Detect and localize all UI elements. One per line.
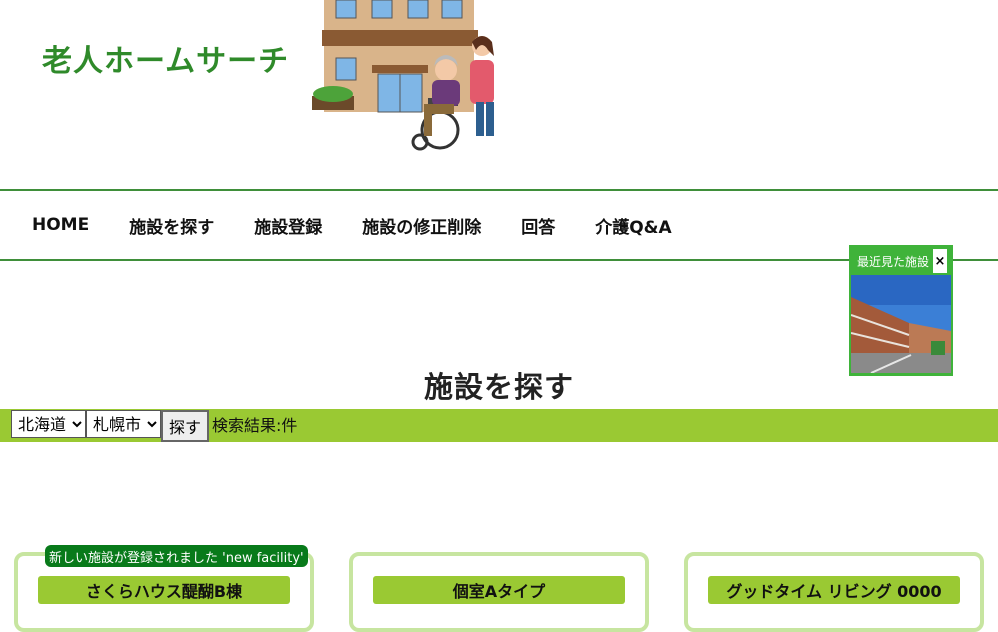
nav-item-edit-delete-facility[interactable]: 施設の修正削除 bbox=[362, 213, 481, 238]
page-title: 施設を探す bbox=[423, 370, 574, 404]
nav-item-care-qa[interactable]: 介護Q&A bbox=[595, 213, 671, 238]
site-title[interactable]: 老人ホームサーチ bbox=[42, 36, 289, 80]
facility-card[interactable]: グッドタイム リビング 0000 bbox=[684, 552, 984, 632]
recent-panel-title: 最近見た施設 bbox=[857, 254, 930, 269]
facility-card-title[interactable]: さくらハウス醍醐B棟 bbox=[38, 576, 290, 604]
facility-card-title[interactable]: グッドタイム リビング 0000 bbox=[708, 576, 960, 604]
new-facility-notice: 新しい施設が登録されました 'new facility' bbox=[45, 545, 308, 567]
nav-item-register-facility[interactable]: 施設登録 bbox=[254, 213, 322, 238]
search-result-count: 検索結果:件 bbox=[212, 416, 298, 435]
facility-card[interactable]: 個室Aタイプ bbox=[349, 552, 649, 632]
hero-illustration bbox=[312, 0, 494, 151]
close-icon[interactable]: × bbox=[933, 249, 947, 273]
facility-card-title[interactable]: 個室Aタイプ bbox=[373, 576, 625, 604]
recent-facilities-panel: 最近見た施設 × bbox=[849, 245, 953, 376]
nav-item-home[interactable]: HOME bbox=[32, 215, 89, 235]
nav-item-answers[interactable]: 回答 bbox=[521, 213, 555, 238]
search-bar: 北海道 札幌市 探す 検索結果:件 bbox=[0, 409, 998, 442]
city-select[interactable]: 札幌市 bbox=[86, 410, 161, 438]
search-button[interactable]: 探す bbox=[161, 410, 210, 442]
recent-facility-photo[interactable] bbox=[851, 275, 951, 373]
prefecture-select[interactable]: 北海道 bbox=[11, 410, 86, 438]
nav-item-find-facility[interactable]: 施設を探す bbox=[129, 213, 214, 238]
recent-panel-header: 最近見た施設 × bbox=[851, 247, 951, 275]
